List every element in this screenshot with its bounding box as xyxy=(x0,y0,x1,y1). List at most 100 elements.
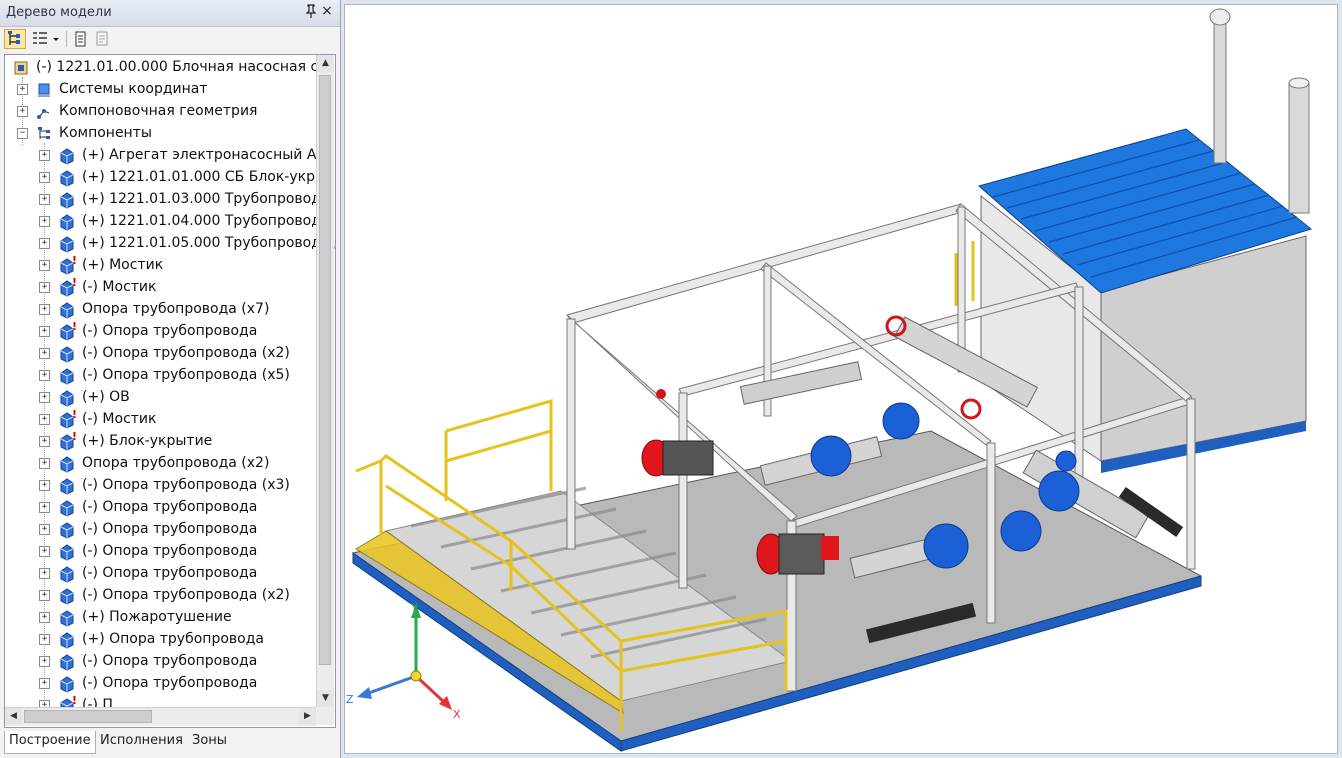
scroll-left-icon[interactable]: ◀ xyxy=(5,708,22,725)
assembly-icon xyxy=(58,675,76,693)
assembly-icon xyxy=(58,301,76,319)
tree-item[interactable]: + (+) Пожаротушение xyxy=(5,607,315,629)
expand-icon[interactable]: + xyxy=(39,590,50,601)
tab-construction[interactable]: Построение xyxy=(4,731,96,754)
tree-item-label: (+) Мостик xyxy=(82,257,164,273)
tree-item[interactable]: + (-) Опора трубопровода xyxy=(5,497,315,519)
tree-horizontal-scrollbar[interactable]: ◀ ▶ xyxy=(5,707,316,726)
warning-icon: ! xyxy=(72,408,78,421)
expand-icon[interactable]: + xyxy=(39,634,50,645)
tree-item[interactable]: + (+) 1221.01.05.000 Трубопровод д xyxy=(5,233,335,255)
expand-icon[interactable]: + xyxy=(39,436,50,447)
tree-item[interactable]: +! (+) Блок-укрытие xyxy=(5,430,315,453)
h-scroll-thumb[interactable] xyxy=(24,710,152,723)
tree-item[interactable]: + (+) Опора трубопровода xyxy=(5,629,315,651)
assembly-icon xyxy=(58,169,76,187)
tree-item-label: (-) Опора трубопровода xyxy=(82,565,258,581)
expand-icon[interactable]: + xyxy=(17,84,28,95)
view-options-button[interactable] xyxy=(30,29,52,49)
tree-item-label: Опора трубопровода (x2) xyxy=(82,455,270,471)
tab-zones[interactable]: Зоны xyxy=(188,731,231,753)
expand-icon[interactable]: + xyxy=(39,150,50,161)
tab-versions[interactable]: Исполнения xyxy=(96,731,187,753)
tree-item[interactable]: + (+) ОВ xyxy=(5,387,315,409)
assembly-icon xyxy=(58,345,76,363)
tree-item-label: (+) 1221.01.04.000 Трубопровод н xyxy=(82,213,335,229)
expand-icon[interactable]: + xyxy=(39,282,50,293)
tree-item[interactable]: + (+) Агрегат электронасосный АЭ xyxy=(5,145,326,167)
tree-item[interactable]: +! (-) Опора трубопровода xyxy=(5,320,315,343)
expand-icon[interactable]: + xyxy=(39,172,50,183)
bottom-tabs: Построение Исполнения Зоны xyxy=(0,728,340,758)
tree-item[interactable]: + (+) 1221.01.04.000 Трубопровод н xyxy=(5,211,335,233)
expand-icon[interactable]: + xyxy=(39,546,50,557)
expand-icon[interactable]: + xyxy=(39,524,50,535)
tree-item[interactable]: +! (-) Мостик xyxy=(5,276,315,299)
report-button[interactable] xyxy=(92,29,114,49)
tree-item[interactable]: + (+) 1221.01.03.000 Трубопровод в xyxy=(5,189,334,211)
scroll-up-icon[interactable]: ▲ xyxy=(317,55,334,72)
expand-icon[interactable]: + xyxy=(39,216,50,227)
view-options-dropdown[interactable] xyxy=(50,29,62,49)
expand-icon[interactable]: + xyxy=(39,612,50,623)
tree-item-label: (+) 1221.01.05.000 Трубопровод д xyxy=(82,235,336,251)
expand-icon[interactable]: + xyxy=(39,260,50,271)
tree-item[interactable]: + Опора трубопровода (x7) xyxy=(5,299,315,321)
expand-icon[interactable]: + xyxy=(39,348,50,359)
expand-icon[interactable]: + xyxy=(39,458,50,469)
tree-structure-icon xyxy=(8,31,20,45)
close-icon[interactable]: × xyxy=(320,3,334,19)
scroll-down-icon[interactable]: ▼ xyxy=(317,690,334,707)
expand-icon[interactable]: + xyxy=(39,326,50,337)
tree-item-label: Компоновочная геометрия xyxy=(59,103,258,119)
tree-item[interactable]: + (-) Опора трубопровода xyxy=(5,541,315,563)
tree-item-label: (-) Опора трубопровода xyxy=(82,521,258,537)
expand-icon[interactable]: + xyxy=(39,502,50,513)
tree-item-label: (+) Блок-укрытие xyxy=(82,433,213,449)
tree-item[interactable]: + (+) 1221.01.01.000 СБ Блок-укрыти xyxy=(5,167,335,189)
tree-root[interactable]: (-) 1221.01.00.000 Блочная насосная ста xyxy=(5,57,335,79)
expand-icon[interactable]: + xyxy=(39,480,50,491)
expand-icon[interactable]: + xyxy=(39,238,50,249)
expand-icon[interactable]: + xyxy=(39,304,50,315)
scroll-thumb[interactable] xyxy=(319,75,331,665)
assembly-icon xyxy=(58,653,76,671)
axis-z-label: Z xyxy=(346,693,354,706)
tree-item-label: (+) 1221.01.01.000 СБ Блок-укрыти xyxy=(82,169,336,185)
tree-item[interactable]: + (-) Опора трубопровода xyxy=(5,563,315,585)
model-tree-panel: Дерево модели × (-) 1221.01.00.000 Блочн… xyxy=(0,0,341,758)
expand-icon[interactable]: + xyxy=(39,392,50,403)
tree-item[interactable]: + (-) Опора трубопровода xyxy=(5,673,315,695)
model-tree[interactable]: (-) 1221.01.00.000 Блочная насосная ста +… xyxy=(4,54,336,728)
expand-icon[interactable]: + xyxy=(39,678,50,689)
expand-icon[interactable]: + xyxy=(39,414,50,425)
pin-icon[interactable] xyxy=(304,4,318,20)
expand-icon[interactable]: + xyxy=(39,568,50,579)
tree-item[interactable]: + Системы координат xyxy=(5,79,315,101)
tree-item[interactable]: +! (-) Мостик xyxy=(5,408,315,431)
tree-item[interactable]: + (-) Опора трубопровода xyxy=(5,651,315,673)
tree-item[interactable]: + Опора трубопровода (x2) xyxy=(5,453,315,475)
tree-item[interactable]: + (-) Опора трубопровода (x2) xyxy=(5,343,315,365)
warning-icon: ! xyxy=(72,430,78,443)
tree-item[interactable]: + (-) Опора трубопровода (x2) xyxy=(5,585,315,607)
collapse-icon[interactable]: − xyxy=(17,128,28,139)
tree-vertical-scrollbar[interactable]: ▲ ▼ xyxy=(316,55,334,707)
warning-icon: ! xyxy=(72,694,78,707)
pump-station-3d-model[interactable]: Y Z X xyxy=(345,5,1338,754)
tree-item[interactable]: + (-) Опора трубопровода xyxy=(5,519,315,541)
tree-item[interactable]: +! (+) Мостик xyxy=(5,254,315,277)
tree-item[interactable]: + (-) Опора трубопровода (x5) xyxy=(5,365,315,387)
expand-icon[interactable]: + xyxy=(39,370,50,381)
model-viewport[interactable]: Y Z X xyxy=(344,4,1338,754)
expand-icon[interactable]: + xyxy=(39,194,50,205)
tree-item-label: (-) Опора трубопровода xyxy=(82,323,258,339)
expand-icon[interactable]: + xyxy=(17,106,28,117)
expand-icon[interactable]: + xyxy=(39,656,50,667)
tree-structure-button[interactable] xyxy=(4,29,26,49)
scroll-right-icon[interactable]: ▶ xyxy=(299,708,316,725)
tree-item[interactable]: + (-) Опора трубопровода (x3) xyxy=(5,475,315,497)
properties-button[interactable] xyxy=(70,29,92,49)
tree-item[interactable]: + Компоновочная геометрия xyxy=(5,101,315,123)
tree-item[interactable]: − Компоненты xyxy=(5,123,315,145)
